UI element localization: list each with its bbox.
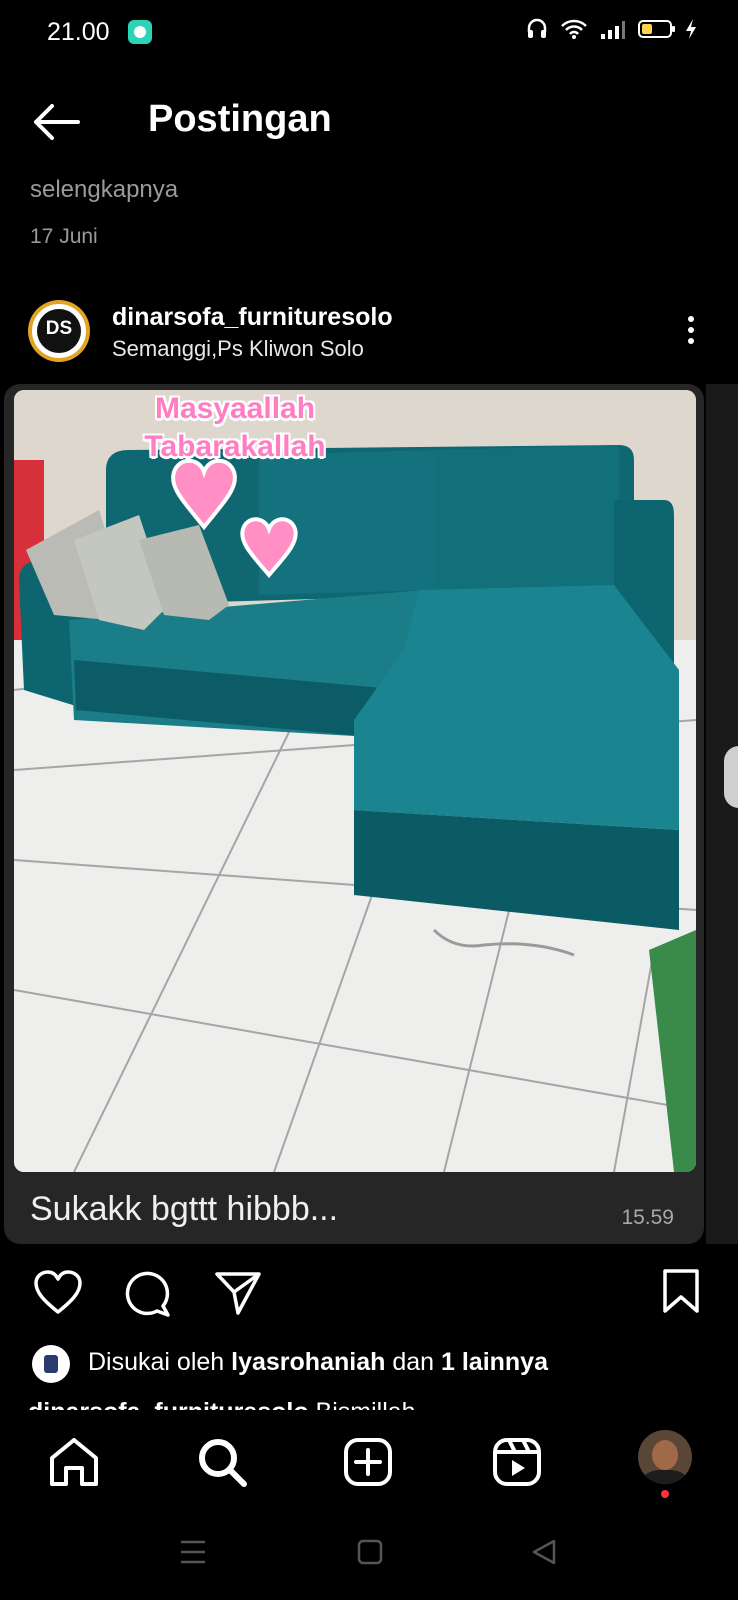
create-post-icon[interactable]: [340, 1434, 396, 1490]
carousel-next-handle[interactable]: [724, 746, 738, 808]
share-send-icon[interactable]: [214, 1270, 262, 1316]
post-message-card[interactable]: Masyaallah Tabarakallah Sukakk bgttt hib…: [4, 384, 704, 1244]
notification-dot: [661, 1490, 669, 1498]
page-title: Postingan: [148, 98, 332, 140]
back-triangle-icon[interactable]: [530, 1538, 558, 1566]
likes-others[interactable]: 1 lainnya: [441, 1348, 548, 1376]
likes-summary[interactable]: Disukai oleh lyasrohaniah dan 1 lainnya: [88, 1348, 548, 1377]
wifi-icon: [561, 19, 587, 39]
caption-username[interactable]: dinarsofa_furnituresolo: [28, 1398, 309, 1410]
bottom-navigation: [0, 1412, 738, 1512]
post-username[interactable]: dinarsofa_furnituresolo: [112, 303, 393, 332]
message-text: Sukakk bgttt hibbb...: [30, 1190, 339, 1228]
app-notification-icon: [128, 20, 152, 44]
back-arrow-icon[interactable]: [30, 102, 82, 142]
menu-icon[interactable]: [178, 1538, 208, 1566]
save-bookmark-icon[interactable]: [662, 1268, 700, 1314]
status-time: 21.00: [47, 18, 110, 46]
status-icons: [526, 18, 698, 40]
post-photo[interactable]: Masyaallah Tabarakallah: [14, 390, 696, 1172]
account-avatar[interactable]: DS: [28, 300, 90, 362]
system-navigation-bar: [0, 1512, 738, 1600]
battery-icon: [638, 20, 675, 38]
headphones-icon: [527, 18, 547, 38]
charging-icon: [686, 19, 696, 39]
overlay-text-line-2: Tabarakallah: [144, 430, 326, 463]
home-square-icon[interactable]: [356, 1538, 384, 1566]
profile-avatar[interactable]: [638, 1430, 692, 1484]
sofa-photo-illustration: [14, 390, 696, 1172]
liker-avatar[interactable]: [32, 1345, 70, 1383]
comment-icon[interactable]: [123, 1270, 171, 1318]
search-icon[interactable]: [194, 1434, 250, 1490]
avatar-initials: DS: [37, 309, 81, 353]
caption-text: Bismillah: [316, 1398, 416, 1410]
see-more-link[interactable]: selengkapnya: [30, 176, 178, 204]
signal-icon: [601, 21, 625, 39]
message-time: 15.59: [621, 1206, 674, 1229]
post-date: 17 Juni: [30, 225, 98, 248]
reels-icon[interactable]: [489, 1434, 545, 1490]
next-media-edge: [706, 384, 738, 1244]
liker-username[interactable]: lyasrohaniah: [231, 1348, 385, 1376]
likes-conjunction: dan: [392, 1348, 435, 1376]
like-heart-icon[interactable]: [33, 1270, 83, 1316]
caption-preview[interactable]: dinarsofa_furnituresolo Bismillah: [28, 1394, 416, 1410]
more-options-icon[interactable]: [680, 312, 702, 352]
likes-prefix: Disukai oleh: [88, 1348, 225, 1376]
post-location[interactable]: Semanggi,Ps Kliwon Solo: [112, 336, 364, 362]
overlay-text-line-1: Masyaallah: [154, 392, 316, 425]
home-icon[interactable]: [46, 1434, 102, 1490]
